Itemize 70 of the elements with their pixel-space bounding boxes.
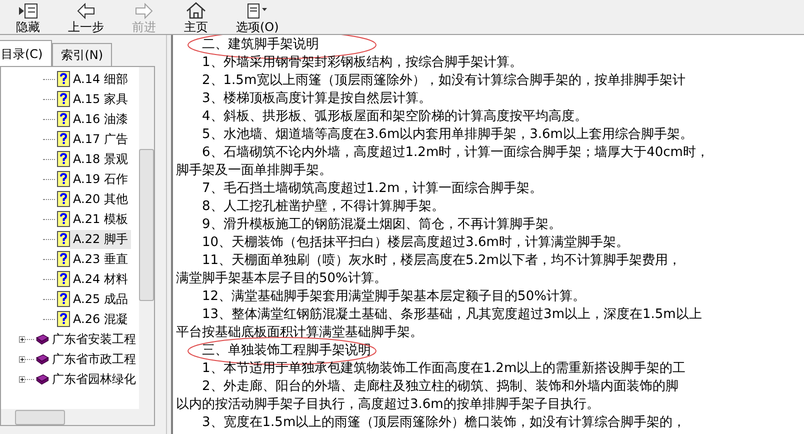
paragraph-text: 3、楼梯顶板高度计算是按自然层计算。 <box>202 91 432 106</box>
paragraph-text: 5、水池墙、烟道墙等高度在3.6m以内套用单排脚手架，3.6m以上套用综合脚手架。 <box>202 127 693 142</box>
paragraph-text: 平台按基础底板面积计算满堂基础脚手架。 <box>176 325 423 340</box>
tab[interactable]: 索引(N) <box>52 43 112 67</box>
help-page-icon <box>57 231 70 247</box>
paragraph-text: 12、满堂基础脚手架套用满堂脚手架基本层定额子目的50%计算。 <box>202 289 586 304</box>
tree-item[interactable]: A.17 广告 <box>70 130 131 148</box>
tab[interactable]: 目录(C) <box>0 40 52 67</box>
paragraph-text: 满堂脚手架基本层子目的50%计算。 <box>176 271 387 286</box>
book-icon <box>36 352 49 366</box>
paragraph-text: 13、整体满堂红钢筋混凝土基础、条形基础，凡其宽度超过3m以上，深度在1.5m以上 <box>202 307 702 322</box>
tree-item[interactable]: A.22 脚手 <box>70 230 131 248</box>
section-heading: 二、建筑脚手架说明 <box>202 37 319 52</box>
tree-item[interactable]: A.21 模板 <box>70 210 131 228</box>
hide-pane-icon <box>17 3 39 19</box>
expand-icon[interactable] <box>19 374 26 384</box>
tree-item[interactable]: A.23 垂直 <box>70 250 131 268</box>
toolbar-button[interactable]: 上一步 <box>60 3 112 34</box>
tree-item[interactable]: A.25 成品 <box>70 290 131 308</box>
book-icon <box>36 332 49 346</box>
paragraph-text: 2、外走廊、阳台的外墙、走廊柱及独立柱的砌筑、捣制、装饰和外墙内面装饰的脚 <box>202 379 678 394</box>
tree-item[interactable]: A.18 景观 <box>70 150 131 168</box>
toolbar-button[interactable]: 选项(O) <box>228 2 287 34</box>
toolbar-button[interactable]: 隐藏 <box>8 3 48 34</box>
tree-item[interactable]: A.14 细部 <box>70 70 131 88</box>
help-page-icon <box>57 311 70 327</box>
help-page-icon <box>57 211 70 227</box>
back-arrow-icon <box>77 3 95 19</box>
tree-item[interactable]: 广东省市政工程 <box>49 350 139 368</box>
tree-item[interactable]: 广东省园林绿化 <box>49 370 139 388</box>
paragraph-text: 6、石墙砌筑不论内外墙，高度超过1.2m时，计算一面综合脚手架；墙厚大于40cm时， <box>202 145 709 160</box>
paragraph-text: 1、本节适用于单独承包建筑物装饰工作面高度在1.2m以上的需重新搭设脚手架的工 <box>202 361 686 376</box>
tree-item[interactable]: A.19 石作 <box>70 170 131 188</box>
tree-item[interactable]: A.16 油漆 <box>70 110 131 128</box>
paragraph-text: 10、天棚装饰（包括抹平扫白）楼层高度超过3.6m时，计算满堂脚手架。 <box>202 235 629 250</box>
paragraph-text: 7、毛石挡土墙砌筑高度超过1.2m，计算一面综合脚手架。 <box>202 181 543 196</box>
paragraph-text: 9、滑升模板施工的钢筋混凝土烟囱、筒仓，不再计算脚手架。 <box>202 217 562 232</box>
toolbar-button[interactable]: 主页 <box>176 2 216 34</box>
forward-arrow-icon <box>135 3 153 19</box>
tree-item[interactable]: A.20 其他 <box>70 190 131 208</box>
help-page-icon <box>57 291 70 307</box>
expand-icon[interactable] <box>19 334 26 344</box>
tree-item[interactable]: 广东省安装工程 <box>49 330 139 348</box>
help-page-icon <box>57 111 70 127</box>
options-document-icon <box>246 2 268 19</box>
help-page-icon <box>57 191 70 207</box>
help-page-icon <box>57 251 70 267</box>
help-page-icon <box>57 131 70 147</box>
expand-icon[interactable] <box>19 354 26 364</box>
help-page-icon <box>57 91 70 107</box>
book-icon <box>36 372 49 386</box>
paragraph-text: 8、人工挖孔桩凿护壁，不得计算脚手架。 <box>202 199 444 214</box>
vertical-scrollbar[interactable] <box>139 67 154 409</box>
tree-item[interactable]: A.24 材料 <box>70 270 131 288</box>
paragraph-text: 3、宽度在1.5m以上的雨篷（顶层雨篷除外）檐口装饰，如没有计算综合脚手架的， <box>202 415 686 430</box>
home-icon <box>186 2 206 19</box>
tree-item[interactable]: A.15 家具 <box>70 90 131 108</box>
help-page-icon <box>57 151 70 167</box>
paragraph-text: 脚手架及一面单排脚手架。 <box>176 163 332 178</box>
tree-item[interactable]: A.26 混凝 <box>70 310 131 328</box>
help-page-icon <box>57 71 70 87</box>
help-page-icon <box>57 171 70 187</box>
paragraph-text: 4、斜板、拱形板、弧形板屋面和架空阶梯的计算高度按平均高度。 <box>202 109 588 124</box>
horizontal-scrollbar[interactable] <box>1 409 154 425</box>
paragraph-text: 11、天棚面单独刷（喷）灰水时，楼层高度在5.2m以下者，均不计算脚手架费用， <box>202 253 681 268</box>
paragraph-text: 以内的按活动脚手架子目执行，高度超过3.6m的按单排脚手架子目执行。 <box>176 397 600 412</box>
section-heading: 三、单独装饰工程脚手架说明 <box>202 343 371 358</box>
paragraph-text: 1、外墙采用钢骨架封彩钢板结构，按综合脚手架计算。 <box>202 55 522 70</box>
help-page-icon <box>57 271 70 287</box>
paragraph-text: 2、1.5m宽以上雨篷（顶层雨篷除外），如没有计算综合脚手架的，按单排脚手架计 <box>202 73 686 88</box>
